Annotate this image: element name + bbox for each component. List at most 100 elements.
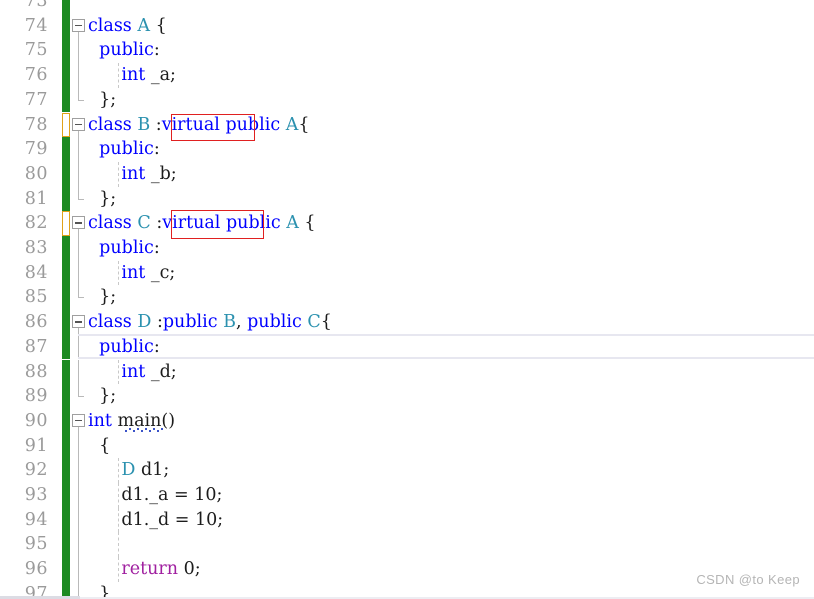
change-marker-84 bbox=[62, 260, 70, 286]
code-line-91[interactable]: 91 { bbox=[0, 433, 814, 459]
code-text-89[interactable]: }; bbox=[88, 384, 116, 409]
code-line-89[interactable]: 89 }; bbox=[0, 384, 814, 409]
fold-column-88[interactable] bbox=[70, 359, 88, 385]
code-line-95[interactable]: 95 bbox=[0, 532, 814, 558]
code-text-75[interactable]: public: bbox=[88, 38, 160, 63]
code-line-86[interactable]: 86 class D :public B, public C{ bbox=[0, 310, 814, 335]
fold-connector-end bbox=[78, 186, 84, 200]
code-text-88[interactable]: int _d; bbox=[88, 360, 176, 385]
code-text-93[interactable]: d1._a = 10; bbox=[88, 483, 222, 508]
code-text-80[interactable]: int _b; bbox=[88, 162, 176, 187]
token: }; bbox=[88, 188, 117, 209]
token: A bbox=[285, 114, 299, 135]
code-text-81[interactable]: }; bbox=[88, 187, 116, 212]
code-line-93[interactable]: 93 d1._a = 10; bbox=[0, 483, 814, 508]
fold-column-75[interactable] bbox=[70, 38, 88, 64]
fold-column-93[interactable] bbox=[70, 483, 88, 508]
token: B bbox=[223, 312, 236, 333]
fold-connector-end bbox=[78, 285, 84, 299]
fold-column-74[interactable] bbox=[70, 14, 88, 39]
code-text-82[interactable]: class C :virtual public A { bbox=[88, 211, 316, 236]
fold-column-86[interactable] bbox=[70, 310, 88, 335]
change-marker-73 bbox=[62, 0, 70, 14]
fold-column-73[interactable] bbox=[70, 0, 88, 14]
code-line-76[interactable]: 76 int _a; bbox=[0, 63, 814, 88]
code-text-76[interactable]: int _a; bbox=[88, 63, 176, 88]
code-text-91[interactable]: { bbox=[88, 434, 110, 459]
code-text-78[interactable]: class B :virtual public A{ bbox=[88, 113, 309, 138]
fold-column-76[interactable] bbox=[70, 63, 88, 88]
fold-column-90[interactable] bbox=[70, 409, 88, 434]
code-line-96[interactable]: 96 return 0; bbox=[0, 557, 814, 582]
fold-collapse-icon[interactable] bbox=[72, 117, 85, 131]
change-marker-90 bbox=[62, 408, 70, 434]
fold-collapse-icon[interactable] bbox=[72, 216, 85, 230]
line-number-94: 94 bbox=[24, 509, 48, 530]
code-line-87[interactable]: 87 public: bbox=[0, 334, 814, 360]
fold-collapse-icon[interactable] bbox=[72, 18, 85, 32]
code-text-74[interactable]: class A { bbox=[88, 14, 167, 39]
change-marker-93 bbox=[62, 483, 70, 508]
fold-connector bbox=[78, 458, 79, 483]
fold-column-83[interactable] bbox=[70, 236, 88, 261]
code-editor-viewport[interactable]: 73 74 class A {75 public: 76 int _a; 77 }; 78… bbox=[0, 0, 814, 599]
fold-column-82[interactable] bbox=[70, 211, 88, 236]
code-line-94[interactable]: 94 d1._d = 10; bbox=[0, 507, 814, 533]
fold-column-79[interactable] bbox=[70, 137, 88, 162]
fold-column-87[interactable] bbox=[70, 334, 88, 360]
fold-column-89[interactable] bbox=[70, 384, 88, 409]
code-line-85[interactable]: 85 }; bbox=[0, 285, 814, 311]
code-line-79[interactable]: 79 public: bbox=[0, 137, 814, 162]
line-number-75: 75 bbox=[24, 40, 48, 61]
fold-column-92[interactable] bbox=[70, 458, 88, 483]
fold-connector bbox=[78, 161, 79, 187]
fold-connector bbox=[78, 31, 79, 39]
code-line-73[interactable]: 73 bbox=[0, 0, 814, 14]
token: d1; bbox=[140, 460, 170, 481]
token: D bbox=[121, 460, 141, 481]
code-text-94[interactable]: d1._d = 10; bbox=[88, 508, 223, 533]
code-text-85[interactable]: }; bbox=[88, 285, 116, 310]
change-marker-77 bbox=[62, 87, 70, 113]
token: public bbox=[247, 312, 308, 333]
code-line-82[interactable]: 82 class C :virtual public A { bbox=[0, 211, 814, 236]
fold-collapse-icon[interactable] bbox=[72, 315, 85, 329]
fold-column-95[interactable] bbox=[70, 532, 88, 558]
fold-column-91[interactable] bbox=[70, 433, 88, 459]
token: virtual bbox=[161, 114, 226, 135]
token: { bbox=[304, 213, 316, 234]
fold-column-78[interactable] bbox=[70, 113, 88, 138]
code-line-88[interactable]: 88 int _d; bbox=[0, 359, 814, 385]
code-text-86[interactable]: class D :public B, public C{ bbox=[88, 310, 332, 335]
code-text-90[interactable]: int main() bbox=[88, 409, 175, 434]
fold-column-84[interactable] bbox=[70, 260, 88, 286]
code-text-84[interactable]: int _c; bbox=[88, 261, 175, 286]
code-line-75[interactable]: 75 public: bbox=[0, 38, 814, 64]
fold-column-85[interactable] bbox=[70, 285, 88, 310]
code-line-80[interactable]: 80 int _b; bbox=[0, 161, 814, 187]
code-text-92[interactable]: D d1; bbox=[88, 458, 169, 483]
code-line-78[interactable]: 78 class B :virtual public A{ bbox=[0, 112, 814, 138]
code-text-83[interactable]: public: bbox=[88, 236, 160, 261]
code-text-77[interactable]: }; bbox=[88, 88, 116, 113]
fold-column-96[interactable] bbox=[70, 557, 88, 582]
code-line-84[interactable]: 84 int _c; bbox=[0, 260, 814, 286]
fold-column-81[interactable] bbox=[70, 186, 88, 212]
token: A bbox=[137, 15, 156, 36]
code-line-90[interactable]: 90 int main() bbox=[0, 408, 814, 434]
fold-column-94[interactable] bbox=[70, 507, 88, 533]
code-line-83[interactable]: 83 public: bbox=[0, 236, 814, 261]
fold-collapse-icon[interactable] bbox=[72, 413, 85, 427]
fold-column-80[interactable] bbox=[70, 161, 88, 187]
code-text-79[interactable]: public: bbox=[88, 137, 160, 162]
code-text-96[interactable]: return 0; bbox=[88, 557, 200, 582]
fold-column-77[interactable] bbox=[70, 87, 88, 113]
line-number-73: 73 bbox=[24, 0, 48, 11]
code-text-87[interactable]: public: bbox=[88, 335, 160, 360]
code-line-92[interactable]: 92 D d1; bbox=[0, 458, 814, 483]
token: public bbox=[225, 213, 287, 234]
code-line-77[interactable]: 77 }; bbox=[0, 87, 814, 113]
code-line-81[interactable]: 81 }; bbox=[0, 186, 814, 212]
code-line-74[interactable]: 74 class A { bbox=[0, 13, 814, 39]
token: public bbox=[225, 114, 286, 135]
